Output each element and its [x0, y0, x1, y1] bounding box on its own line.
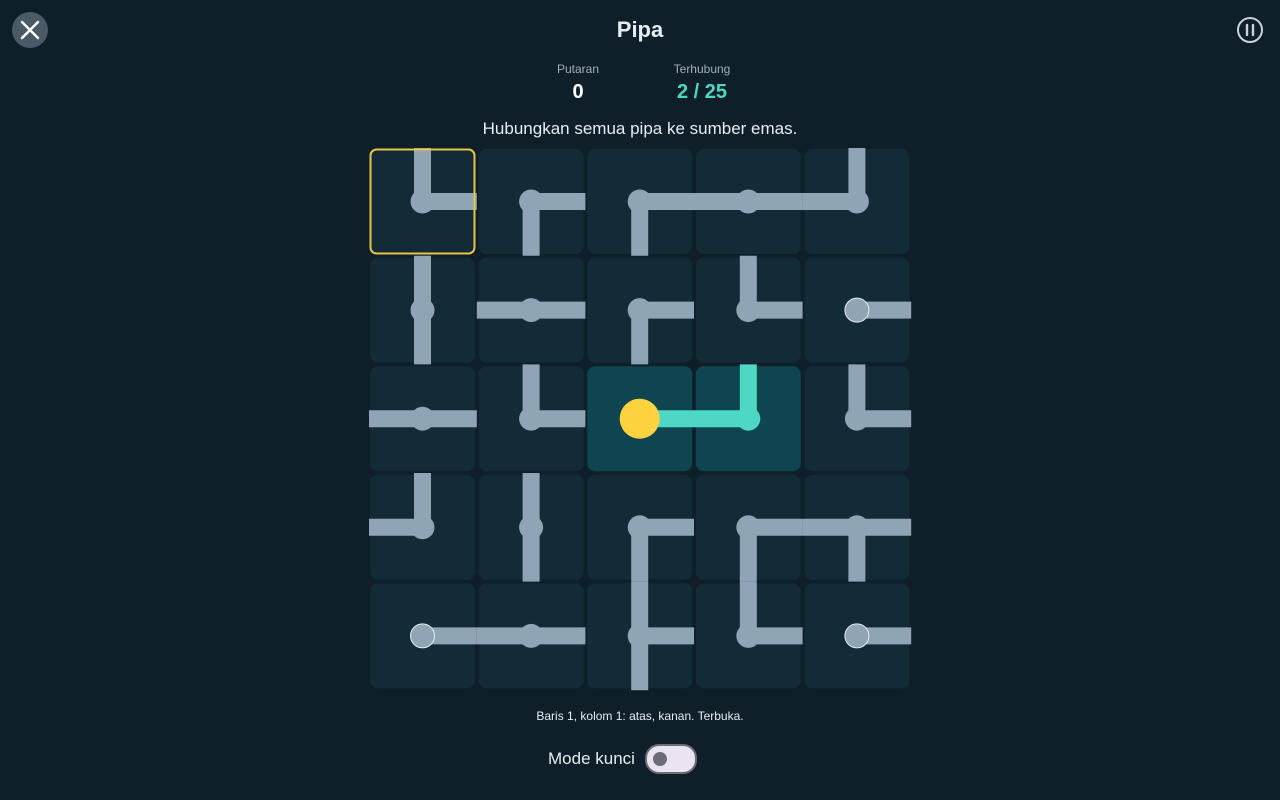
- pipe-r5-c1: [410, 623, 477, 649]
- pipe-joint: [519, 189, 544, 214]
- pipe-joint: [627, 623, 652, 648]
- pipe-board: [369, 148, 912, 691]
- pipe-joint: [410, 189, 435, 214]
- pipe-game-screen: Pipa Putaran 0 Terhubung 2 / 25 Hubungka…: [0, 0, 1280, 800]
- toggle-knob: [652, 752, 667, 766]
- connected-label: Terhubung: [673, 62, 731, 76]
- pipe-joint: [736, 623, 761, 648]
- pipe-joint: [844, 406, 869, 431]
- pipe-joint: [410, 298, 435, 323]
- pipe-joint: [627, 189, 652, 214]
- pipe-r1-c4: [694, 189, 803, 214]
- instruction-text: Hubungkan semua pipa ke sumber emas.: [482, 119, 798, 138]
- pipe-joint: [519, 623, 544, 648]
- pipe-endpoint: [410, 623, 435, 649]
- pipe-joint: [519, 515, 544, 540]
- pipe-r3-c1: [369, 406, 477, 431]
- pipe-joint: [627, 298, 652, 323]
- turns-label: Putaran: [556, 62, 600, 76]
- lock-mode-row: Mode kunci: [548, 744, 697, 774]
- pipe-r2-c2: [476, 298, 586, 323]
- pipe-r2-c5: [844, 297, 912, 323]
- pipe-joint: [844, 189, 869, 214]
- pipe-joint: [410, 515, 435, 540]
- pipe-joint: [736, 515, 761, 540]
- pipe-endpoint: [844, 297, 870, 323]
- cell-status-text: Baris 1, kolom 1: atas, kanan. Terbuka.: [536, 709, 744, 723]
- pipe-r5-c2: [476, 623, 586, 648]
- lock-mode-label: Mode kunci: [548, 749, 635, 768]
- page-title: Pipa: [616, 17, 664, 42]
- pipe-joint: [627, 515, 652, 540]
- pipe-joint: [519, 298, 544, 323]
- pipe-joint: [519, 406, 544, 431]
- pipe-r5-c5: [844, 623, 912, 649]
- pipe-joint: [410, 406, 435, 431]
- pipe-r2-c1: [410, 255, 435, 365]
- pause-button[interactable]: [1236, 16, 1264, 44]
- pipe-joint: [736, 189, 761, 214]
- lock-mode-toggle[interactable]: [644, 744, 697, 774]
- pipe-joint: [844, 515, 869, 540]
- turns-stat: Putaran 0: [538, 62, 618, 104]
- pipe-joint: [736, 298, 761, 323]
- pipe-board-svg: [369, 148, 912, 691]
- pipe-endpoint: [844, 623, 870, 649]
- pause-icon: [1237, 17, 1263, 43]
- connected-stat: Terhubung 2 / 25: [652, 62, 752, 104]
- pipe-joint: [736, 406, 761, 431]
- source-node: [619, 398, 660, 439]
- connected-value: 2 / 25: [676, 81, 728, 103]
- turns-value: 0: [572, 81, 584, 103]
- pipe-r4-c2: [519, 473, 544, 582]
